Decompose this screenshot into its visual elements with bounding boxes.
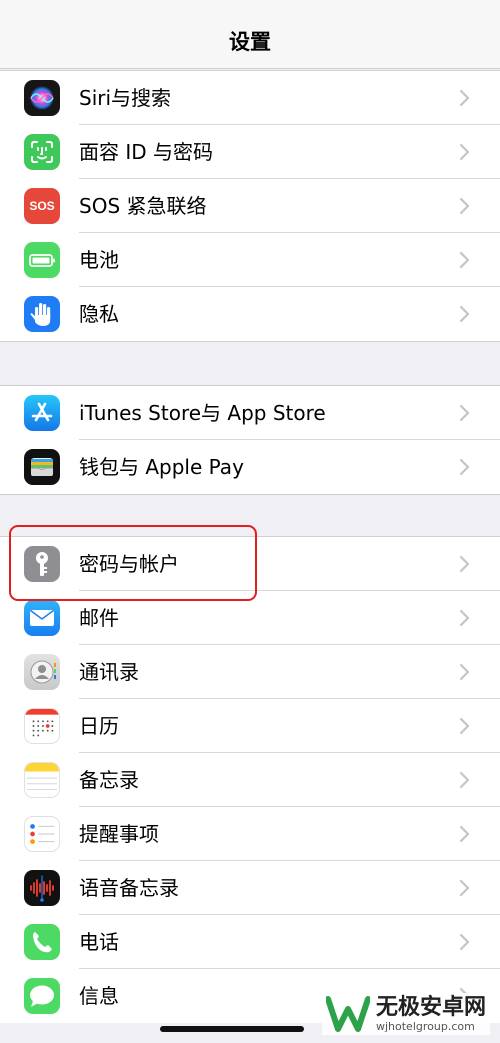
page-title: 设置: [229, 30, 271, 54]
highlight-box: [9, 525, 257, 601]
chevron-right-icon: [459, 717, 470, 735]
wallet-icon: [24, 449, 60, 485]
app-store-icon: [24, 395, 60, 431]
settings-row-label: 语音备忘录: [79, 876, 179, 900]
settings-row-contacts[interactable]: 通讯录: [0, 645, 500, 699]
watermark-title: 无极安卓网: [375, 994, 486, 1020]
settings-row-calendar[interactable]: 日历: [0, 699, 500, 753]
sos-icon: SOS: [24, 188, 60, 224]
settings-row-label: 电话: [79, 930, 119, 954]
settings-row-siri[interactable]: Siri与搜索: [0, 71, 500, 125]
settings-row-label: 提醒事项: [79, 822, 159, 846]
settings-row-face-id[interactable]: 面容 ID 与密码: [0, 125, 500, 179]
face-id-icon: [24, 134, 60, 170]
navigation-bar: 设置: [0, 0, 500, 69]
settings-row-voice-memos[interactable]: 语音备忘录: [0, 861, 500, 915]
settings-row-phone[interactable]: 电话: [0, 915, 500, 969]
settings-row-label: Siri与搜索: [79, 86, 172, 110]
chevron-right-icon: [459, 663, 470, 681]
chevron-right-icon: [459, 305, 470, 323]
chevron-right-icon: [459, 555, 470, 573]
home-indicator[interactable]: [160, 1026, 304, 1032]
reminders-icon: [24, 816, 60, 852]
chevron-right-icon: [459, 89, 470, 107]
settings-row-label: 备忘录: [79, 768, 139, 792]
settings-row-notes[interactable]: 备忘录: [0, 753, 500, 807]
settings-row-label: iTunes Store与 App Store: [79, 401, 326, 425]
chevron-right-icon: [459, 251, 470, 269]
contacts-icon: [24, 654, 60, 690]
notes-icon: [24, 762, 60, 798]
siri-icon: [24, 80, 60, 116]
settings-row-privacy[interactable]: 隐私: [0, 287, 500, 341]
settings-row-label: 面容 ID 与密码: [79, 140, 214, 164]
settings-group-1: Siri与搜索 面容 ID 与密码 SOS SOS 紧急联络 电池 隐私: [0, 70, 500, 342]
chevron-right-icon: [459, 825, 470, 843]
sos-icon-text: SOS: [29, 199, 55, 213]
watermark-logo: [325, 996, 370, 1032]
messages-icon: [24, 978, 60, 1014]
chevron-right-icon: [459, 143, 470, 161]
chevron-right-icon: [459, 771, 470, 789]
chevron-right-icon: [459, 933, 470, 951]
settings-row-sos[interactable]: SOS SOS 紧急联络: [0, 179, 500, 233]
settings-row-label: SOS 紧急联络: [79, 194, 207, 218]
calendar-icon: [24, 708, 60, 744]
settings-row-reminders[interactable]: 提醒事项: [0, 807, 500, 861]
mail-icon: [24, 600, 60, 636]
settings-row-label: 通讯录: [79, 660, 139, 684]
chevron-right-icon: [459, 197, 470, 215]
phone-icon: [24, 924, 60, 960]
chevron-right-icon: [459, 404, 470, 422]
settings-row-label: 钱包与 Apple Pay: [79, 455, 244, 479]
settings-row-label: 电池: [79, 248, 119, 272]
watermark-url: wjhotelgroup.com: [375, 1019, 475, 1033]
settings-row-label: 信息: [79, 984, 119, 1008]
chevron-right-icon: [459, 879, 470, 897]
watermark: 无极安卓网 wjhotelgroup.com: [321, 993, 490, 1035]
settings-row-app-store[interactable]: iTunes Store与 App Store: [0, 386, 500, 440]
chevron-right-icon: [459, 609, 470, 627]
settings-row-battery[interactable]: 电池: [0, 233, 500, 287]
settings-row-label: 隐私: [79, 302, 119, 326]
settings-row-label: 日历: [79, 714, 119, 738]
settings-row-wallet[interactable]: 钱包与 Apple Pay: [0, 440, 500, 494]
voice-memos-icon: [24, 870, 60, 906]
battery-icon: [24, 242, 60, 278]
settings-group-3: 密码与帐户 邮件 通讯录 日历 备忘录 提醒事项 语音备忘录 电话 信息: [0, 536, 500, 1023]
privacy-hand-icon: [24, 296, 60, 332]
settings-group-2: iTunes Store与 App Store 钱包与 Apple Pay: [0, 385, 500, 495]
chevron-right-icon: [459, 458, 470, 476]
